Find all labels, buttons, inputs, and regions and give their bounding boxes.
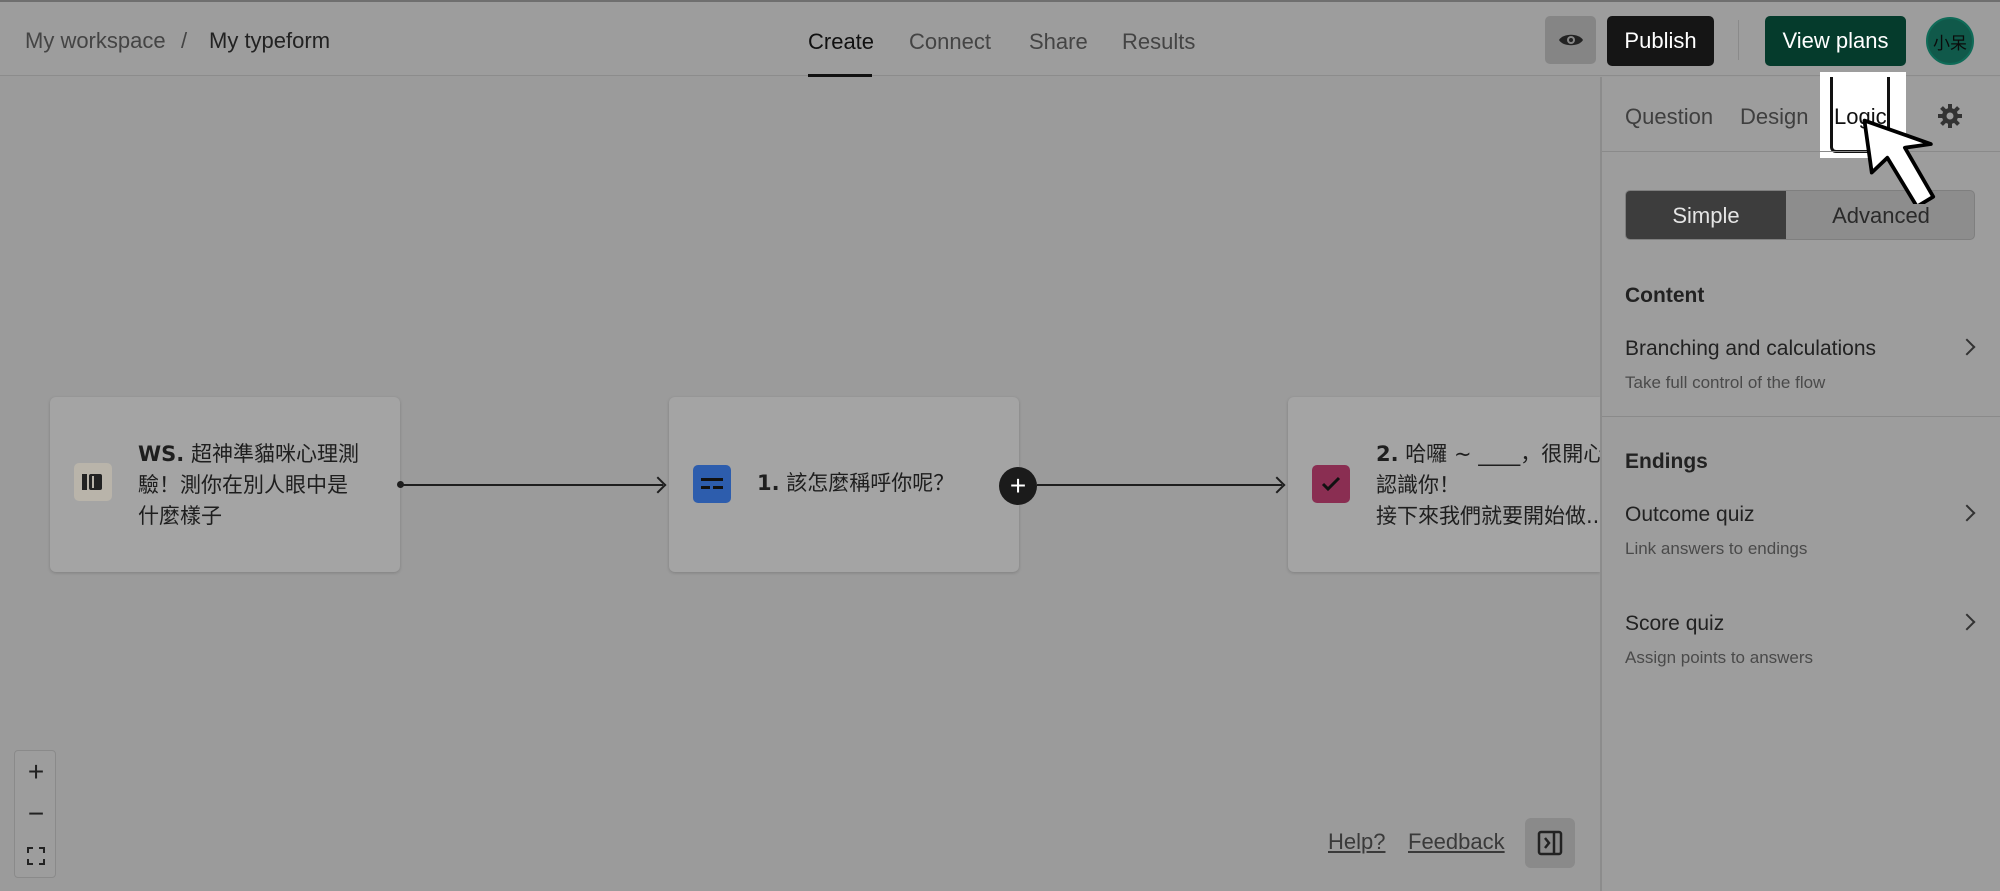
branching-option-title[interactable]: Branching and calculations xyxy=(1625,337,1876,361)
mouse-pointer-icon xyxy=(1862,118,1936,204)
card-text-line: 該怎麼稱呼你呢？ xyxy=(786,471,955,495)
zoom-out-button[interactable]: − xyxy=(15,793,57,835)
card-number: 1. xyxy=(757,471,780,495)
tab-create[interactable]: Create xyxy=(808,29,874,55)
section-divider xyxy=(1602,416,2000,417)
zoom-controls: + − xyxy=(14,750,56,878)
score-quiz-title[interactable]: Score quiz xyxy=(1625,612,1724,636)
tab-design[interactable]: Design xyxy=(1740,104,1808,130)
feedback-link[interactable]: Feedback xyxy=(1408,829,1505,855)
card-text-line: 驗！測你在別人眼中是 xyxy=(138,473,348,497)
question-1-title: 1. 該怎麼稱呼你呢？ xyxy=(757,468,1007,499)
card-text-line: 什麼樣子 xyxy=(138,504,222,528)
add-question-button[interactable]: + xyxy=(999,467,1037,505)
tab-question[interactable]: Question xyxy=(1625,104,1713,130)
simple-mode-button[interactable]: Simple xyxy=(1626,191,1786,239)
arrowhead xyxy=(1268,476,1286,494)
content-heading: Content xyxy=(1625,284,1705,307)
card-number: WS. xyxy=(138,442,185,466)
avatar[interactable]: 小呆 xyxy=(1926,17,1974,65)
card-text-line: 超神準貓咪心理測 xyxy=(190,442,359,466)
breadcrumb-form-title[interactable]: My typeform xyxy=(209,28,330,54)
welcome-screen-card[interactable]: WS. 超神準貓咪心理測 驗！測你在別人眼中是 什麼樣子 xyxy=(50,397,400,572)
help-link[interactable]: Help? xyxy=(1328,829,1385,855)
question-2-title: 2. 哈囉 ~ ____，很開心 認識你！ 接下來我們就要開始做... xyxy=(1376,439,1600,532)
flow-edge xyxy=(1037,484,1282,486)
question-card-1[interactable]: 1. 該怎麼稱呼你呢？ xyxy=(669,397,1019,572)
breadcrumb-separator: / xyxy=(181,28,188,53)
branching-option-subtitle: Take full control of the flow xyxy=(1625,373,1826,392)
publish-button[interactable]: Publish xyxy=(1607,16,1714,66)
view-plans-button[interactable]: View plans xyxy=(1765,16,1906,66)
welcome-screen-title: WS. 超神準貓咪心理測 驗！測你在別人眼中是 什麼樣子 xyxy=(138,439,378,532)
top-bar: My workspace / My typeform Create Connec… xyxy=(0,0,2000,77)
outcome-quiz-subtitle: Link answers to endings xyxy=(1625,539,1808,558)
breadcrumb-workspace[interactable]: My workspace xyxy=(25,28,166,54)
flow-edge xyxy=(401,484,663,486)
endings-heading: Endings xyxy=(1625,450,1708,473)
header-divider xyxy=(1738,20,1739,60)
preview-button[interactable] xyxy=(1545,16,1596,64)
active-tab-indicator xyxy=(808,74,872,77)
outcome-quiz-title[interactable]: Outcome quiz xyxy=(1625,503,1755,527)
sidebar-collapse-icon xyxy=(1537,830,1563,856)
fit-view-button[interactable] xyxy=(15,835,57,877)
card-text-line: 認識你！ xyxy=(1376,473,1460,497)
card-text-line: 接下來我們就要開始做... xyxy=(1376,504,1600,528)
eye-icon xyxy=(1558,34,1583,46)
card-text-line: 哈囉 ~ ____，很開心 xyxy=(1405,442,1600,466)
score-quiz-subtitle: Assign points to answers xyxy=(1625,648,1814,667)
checkbox-icon xyxy=(1312,465,1350,503)
short-text-icon xyxy=(693,465,731,503)
welcome-screen-icon xyxy=(74,463,112,501)
card-number: 2. xyxy=(1376,442,1399,466)
toggle-panel-button[interactable] xyxy=(1525,818,1575,868)
arrowhead xyxy=(649,476,667,494)
fullscreen-icon xyxy=(27,847,45,865)
question-card-2[interactable]: 2. 哈囉 ~ ____，很開心 認識你！ 接下來我們就要開始做... xyxy=(1288,397,1600,572)
zoom-in-button[interactable]: + xyxy=(15,751,57,793)
tab-results[interactable]: Results xyxy=(1122,29,1195,55)
tab-share[interactable]: Share xyxy=(1029,29,1088,55)
tab-connect[interactable]: Connect xyxy=(909,29,991,55)
